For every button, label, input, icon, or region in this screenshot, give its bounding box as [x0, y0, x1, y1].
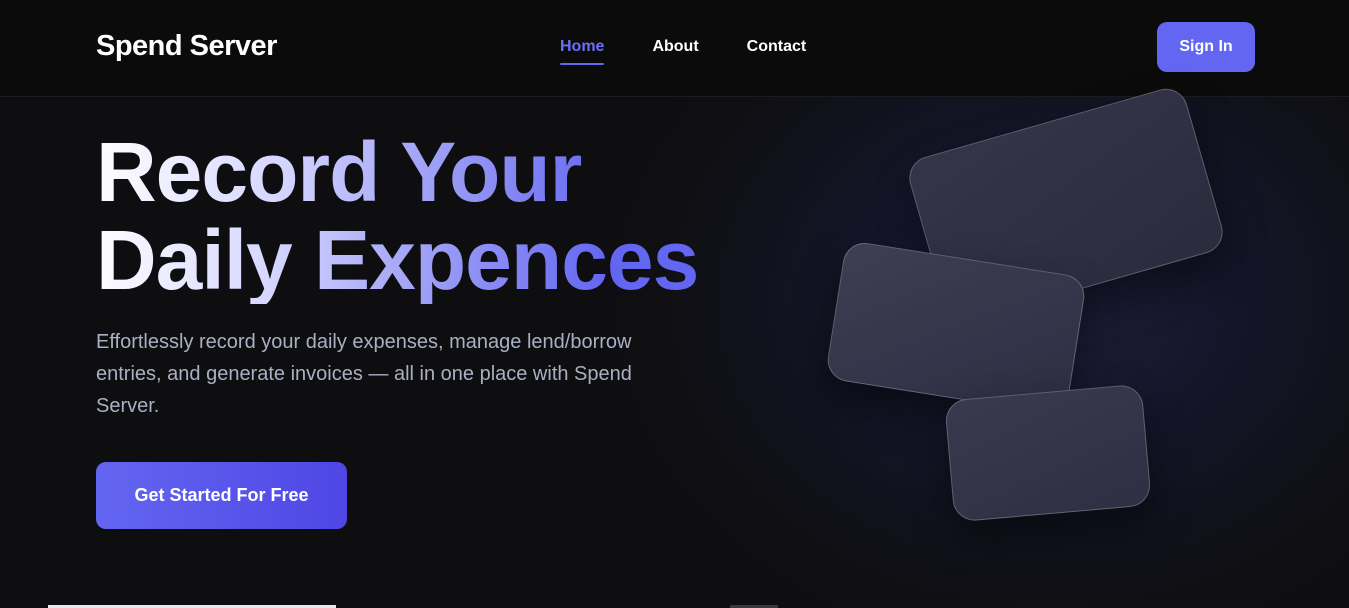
decorative-card-front [944, 383, 1152, 523]
nav-item-home[interactable]: Home [560, 38, 605, 65]
nav-item-about[interactable]: About [652, 38, 698, 65]
top-navbar: Spend Server Home About Contact Sign In [0, 0, 1349, 97]
sign-in-button[interactable]: Sign In [1157, 22, 1255, 72]
hero-title: Record Your Daily Expences [96, 128, 698, 304]
hero-title-line-2: Daily Expences [96, 213, 699, 307]
landing-page: Spend Server Home About Contact Sign In … [0, 0, 1349, 608]
get-started-button[interactable]: Get Started For Free [96, 462, 347, 529]
nav-item-contact[interactable]: Contact [747, 38, 807, 65]
main-nav: Home About Contact [560, 38, 806, 65]
brand-logo[interactable]: Spend Server [96, 30, 277, 63]
hero-title-line-1: Record Your [96, 125, 582, 219]
hero-subtitle: Effortlessly record your daily expenses,… [96, 331, 632, 417]
